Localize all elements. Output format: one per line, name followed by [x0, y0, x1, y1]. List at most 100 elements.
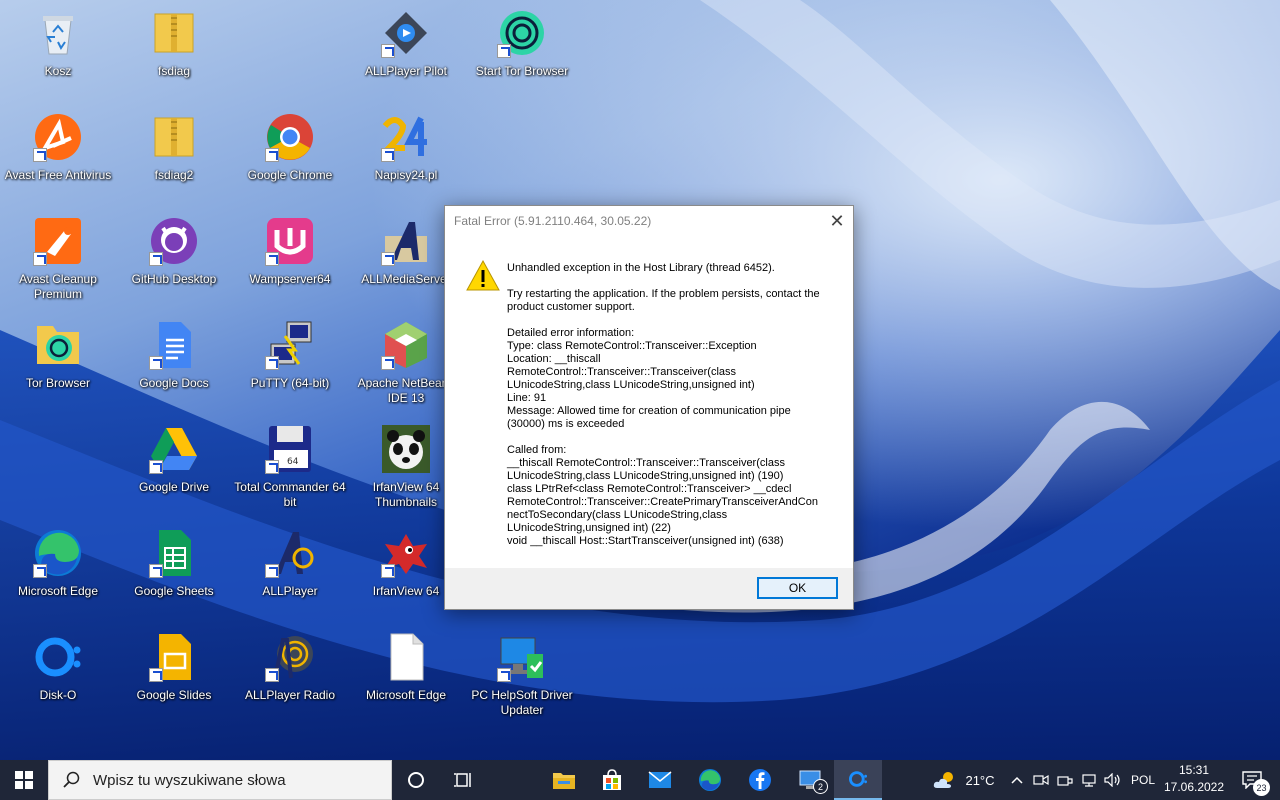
desktop-icon-google-chrome[interactable]: Google Chrome: [232, 104, 348, 204]
icon-label: Google Sheets: [134, 584, 214, 598]
action-center-button[interactable]: 23: [1232, 760, 1272, 800]
icon-label: Google Slides: [136, 688, 212, 702]
cortana-circle-icon: [408, 772, 424, 788]
partly-cloudy-icon: [934, 772, 954, 788]
shortcut-arrow-icon: [381, 148, 395, 162]
google-docs-icon: [149, 320, 199, 370]
desktop-icon-start-tor-browser[interactable]: Start Tor Browser: [464, 0, 580, 100]
task-view-icon: [454, 773, 471, 787]
icon-label: PC HelpSoft Driver Updater: [471, 688, 573, 717]
tray-volume[interactable]: [1102, 760, 1124, 800]
allplayer-icon: [265, 528, 315, 578]
desktop-icon-google-slides[interactable]: Google Slides: [116, 624, 232, 724]
facebook-icon: [749, 769, 771, 791]
putty-icon: [265, 320, 315, 370]
warning-icon: [466, 260, 500, 291]
chrome-icon: [265, 112, 315, 162]
desktop-icon-google-sheets[interactable]: Google Sheets: [116, 520, 232, 620]
taskbar-mail[interactable]: [636, 760, 684, 800]
desktop-icon-putty[interactable]: PuTTY (64-bit): [232, 312, 348, 412]
start-button[interactable]: [0, 760, 48, 800]
taskbar-file-explorer[interactable]: [540, 760, 588, 800]
close-icon[interactable]: ✕: [821, 206, 853, 236]
shortcut-arrow-icon: [381, 356, 395, 370]
desktop-icon-pc-helpsoft[interactable]: PC HelpSoft Driver Updater: [464, 624, 580, 724]
desktop-icon-microsoft-edge-file[interactable]: Microsoft Edge: [348, 624, 464, 724]
icon-label: Microsoft Edge: [365, 688, 447, 702]
desktop-icon-fsdiag[interactable]: fsdiag: [116, 0, 232, 100]
icon-label: PuTTY (64-bit): [250, 376, 330, 390]
shortcut-arrow-icon: [33, 252, 47, 266]
desktop-icon-total-commander[interactable]: 64 Total Commander 64 bit: [232, 416, 348, 516]
taskbar-remote-desktop[interactable]: 2: [786, 760, 834, 800]
tray-network[interactable]: [1078, 760, 1100, 800]
driver-updater-icon: [497, 632, 547, 682]
desktop-icon-microsoft-edge[interactable]: Microsoft Edge: [0, 520, 116, 620]
task-view-button[interactable]: [440, 760, 488, 800]
icon-label: Tor Browser: [25, 376, 90, 390]
desktop-icon-wampserver[interactable]: Wampserver64: [232, 208, 348, 308]
shortcut-arrow-icon: [265, 356, 279, 370]
desktop-icon-napisy24[interactable]: Napisy24.pl: [348, 104, 464, 204]
window-count-badge: 2: [813, 779, 828, 794]
taskbar-facebook[interactable]: [736, 760, 784, 800]
tor-browser-icon: [497, 8, 547, 58]
cortana-button[interactable]: [394, 760, 438, 800]
stack-line: Called from:: [507, 444, 567, 456]
icon-label: ALLPlayer Pilot: [364, 64, 448, 78]
icon-label: Napisy24.pl: [374, 168, 438, 182]
desktop-icon-fsdiag2[interactable]: fsdiag2: [116, 104, 232, 204]
avast-cleanup-icon: [33, 216, 83, 266]
show-hidden-icons-button[interactable]: [1006, 760, 1028, 800]
language-indicator[interactable]: POL: [1126, 760, 1160, 800]
desktop-icon-avast-cleanup[interactable]: Avast Cleanup Premium: [0, 208, 116, 308]
shortcut-arrow-icon: [149, 460, 163, 474]
desktop-icon-allplayer-pilot[interactable]: ALLPlayer Pilot: [348, 0, 464, 100]
edge-icon: [33, 528, 83, 578]
desktop-icon-disk-o[interactable]: Disk-O: [0, 624, 116, 724]
shortcut-arrow-icon: [265, 564, 279, 578]
detail-line: (30000) ms is exceeded: [507, 418, 625, 430]
weather-temperature: 21°C: [965, 772, 995, 788]
zip-folder-icon: [149, 8, 199, 58]
napisy24-icon: [381, 112, 431, 162]
taskbar-clock[interactable]: 15:31 17.06.2022: [1158, 762, 1230, 796]
shortcut-arrow-icon: [497, 44, 511, 58]
language-label: POL: [1130, 773, 1155, 787]
stack-line: void __thiscall Host::StartTransceiver(u…: [507, 535, 784, 547]
taskbar-edge[interactable]: [686, 760, 734, 800]
desktop-icon-google-drive[interactable]: Google Drive: [116, 416, 232, 516]
detail-line: LUnicodeString,class LUnicodeString,unsi…: [507, 379, 755, 391]
dialog-titlebar[interactable]: Fatal Error (5.91.2110.464, 30.05.22) ✕: [445, 206, 853, 236]
desktop-icon-avast-free-antivirus[interactable]: Avast Free Antivirus: [0, 104, 116, 204]
stack-line: __thiscall RemoteControl::Transceiver::T…: [507, 457, 785, 469]
icon-label: GitHub Desktop: [131, 272, 217, 286]
taskbar-search-box[interactable]: Wpisz tu wyszukiwane słowa: [48, 760, 392, 800]
tray-meet-now[interactable]: [1030, 760, 1052, 800]
shortcut-arrow-icon: [149, 668, 163, 682]
taskbar-store[interactable]: [588, 760, 636, 800]
desktop-icon-github-desktop[interactable]: GitHub Desktop: [116, 208, 232, 308]
weather-widget[interactable]: 21°C: [928, 760, 1000, 800]
meet-now-icon: [1033, 774, 1049, 786]
irfanview-thumbnails-icon: [381, 424, 431, 474]
tray-network-adapter[interactable]: [1054, 760, 1076, 800]
shortcut-arrow-icon: [149, 564, 163, 578]
wampserver-icon: [265, 216, 315, 266]
taskbar: Wpisz tu wyszukiwane słowa 2 21°C POL 15…: [0, 760, 1280, 800]
desktop-icon-tor-browser[interactable]: Tor Browser: [0, 312, 116, 412]
desktop-icon-allplayer[interactable]: ALLPlayer: [232, 520, 348, 620]
stack-line: LUnicodeString,unsigned int) (22): [507, 522, 671, 534]
ok-button[interactable]: OK: [757, 577, 838, 599]
desktop-icon-google-docs[interactable]: Google Docs: [116, 312, 232, 412]
google-drive-icon: [149, 424, 199, 474]
desktop-icon-allplayer-radio[interactable]: ALLPlayer Radio: [232, 624, 348, 724]
desktop-icon-kosz[interactable]: Kosz: [0, 0, 116, 100]
taskbar-disk-o[interactable]: [834, 760, 882, 800]
allmediaserver-icon: [381, 216, 431, 266]
blank-document-icon: [381, 632, 431, 682]
shortcut-arrow-icon: [381, 44, 395, 58]
icon-label: Google Drive: [138, 480, 210, 494]
icon-label: Disk-O: [39, 688, 77, 702]
disk-o-icon: [849, 771, 867, 787]
